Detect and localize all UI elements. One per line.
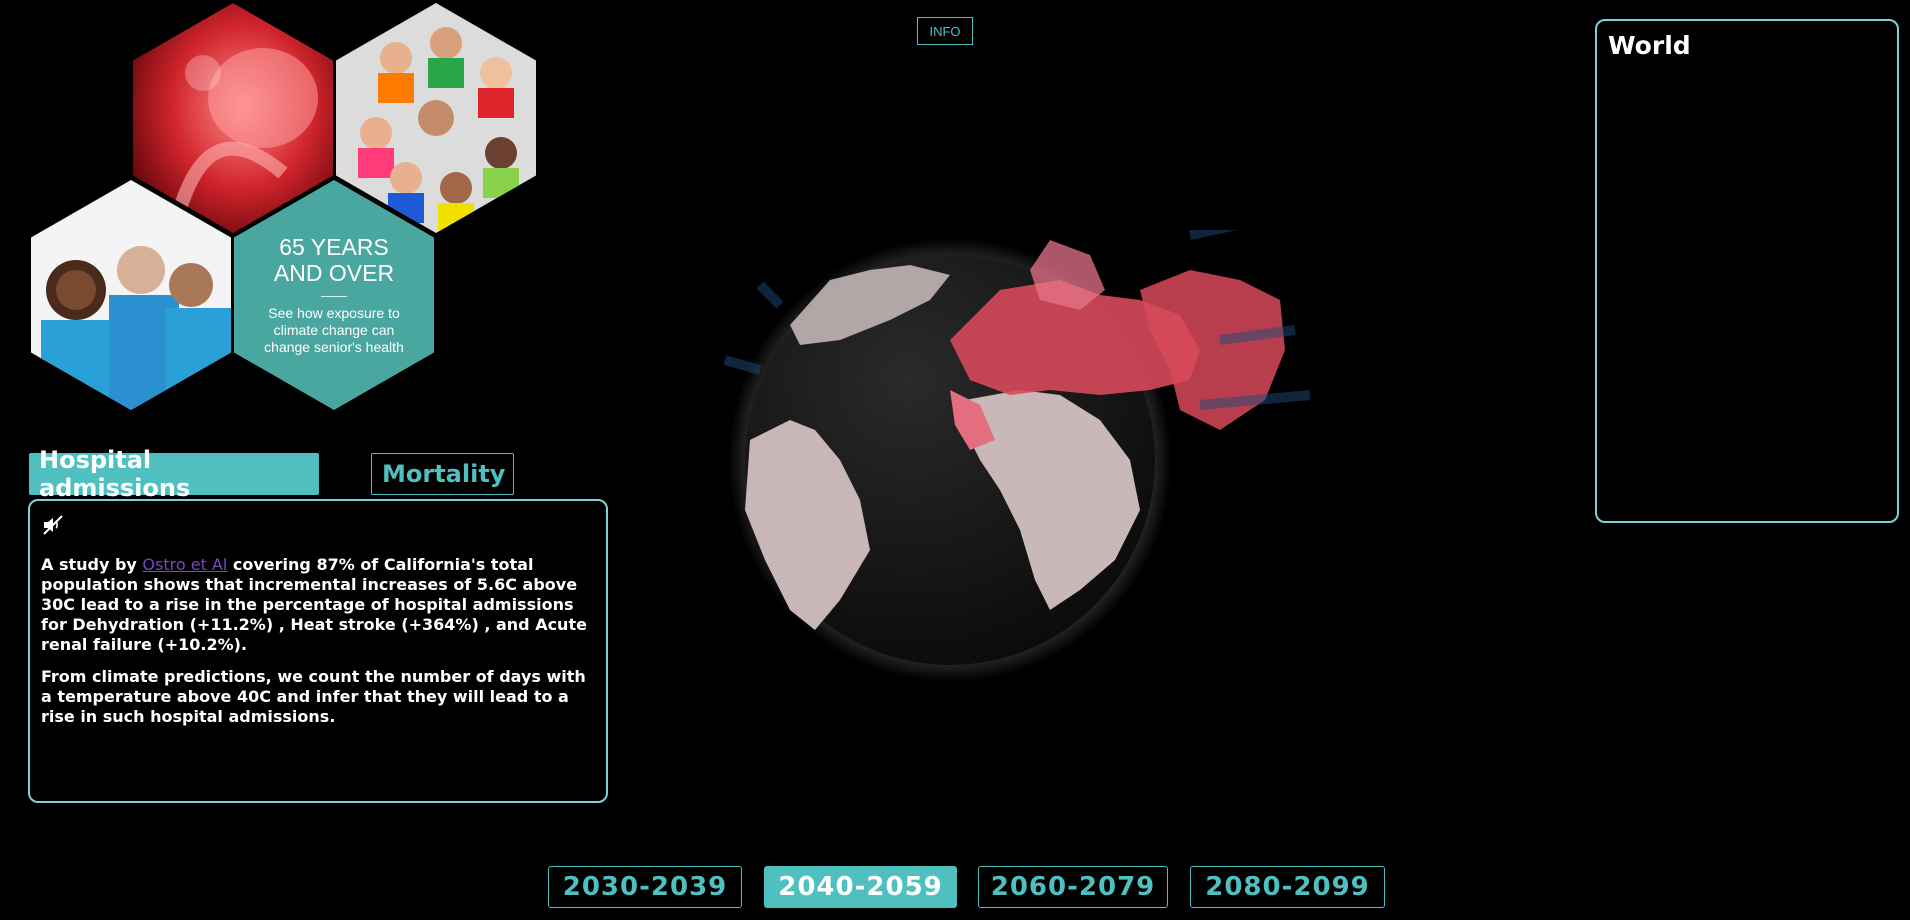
hex-card-seniors[interactable]: 65 YEARS AND OVER See how exposure to cl…	[234, 180, 434, 410]
hex-card-divider	[321, 296, 347, 297]
tab-mortality[interactable]: Mortality	[371, 453, 514, 495]
world-title: World	[1608, 31, 1691, 60]
hex-card-subtitle: See how exposure to climate change can c…	[264, 305, 404, 355]
decade-2030-2039[interactable]: 2030-2039	[548, 866, 742, 908]
study-prefix: A study by	[41, 555, 143, 574]
decade-2060-2079[interactable]: 2060-2079	[978, 866, 1168, 908]
tab-hospital-admissions[interactable]: Hospital admissions	[29, 446, 319, 502]
hex-card-title: 65 YEARS AND OVER	[273, 234, 395, 286]
speaker-muted-icon[interactable]	[41, 513, 65, 537]
hex-photo-volunteers[interactable]	[31, 180, 231, 410]
ostro-link[interactable]: Ostro et Al	[142, 555, 227, 574]
decade-2040-2059[interactable]: 2040-2059	[764, 866, 957, 908]
info-panel: A study by Ostro et Al covering 87% of C…	[28, 499, 608, 803]
globe-map[interactable]	[720, 230, 1320, 690]
volunteers-image	[31, 180, 231, 410]
info-button[interactable]: INFO	[917, 17, 973, 45]
decade-2080-2099[interactable]: 2080-2099	[1190, 866, 1385, 908]
prediction-paragraph: From climate predictions, we count the n…	[41, 667, 586, 726]
world-panel: World	[1595, 19, 1899, 523]
study-paragraph: A study by Ostro et Al covering 87% of C…	[41, 555, 595, 655]
